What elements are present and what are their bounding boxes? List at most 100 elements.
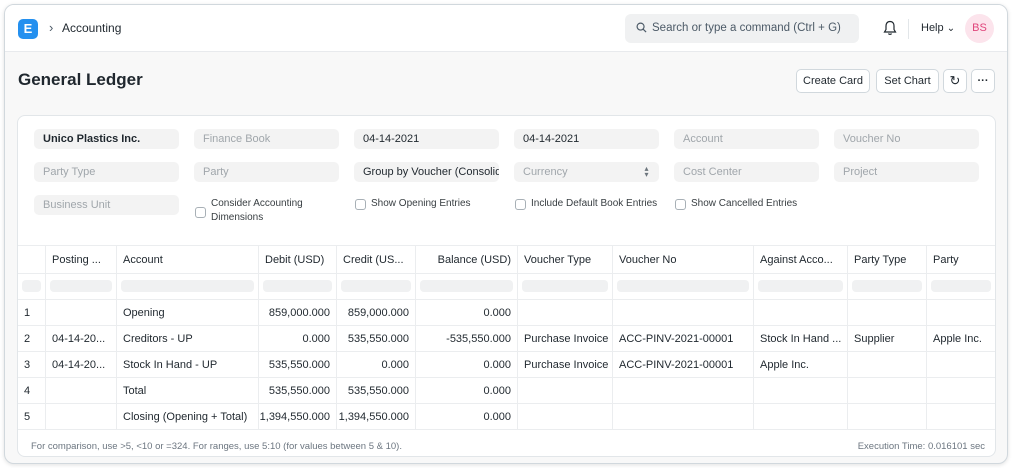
help-label: Help (921, 22, 944, 34)
filter-cell (517, 274, 612, 299)
business-unit-field[interactable]: Business Unit (34, 195, 179, 215)
header-cell-account[interactable]: Account (116, 246, 258, 273)
column-filter-input[interactable] (758, 280, 843, 292)
voucher-type-cell (517, 378, 612, 403)
posting-date-cell (45, 404, 116, 429)
voucher-no-field[interactable]: Voucher No (834, 129, 979, 149)
page-title: General Ledger (18, 70, 143, 89)
filter-cell-index (18, 274, 45, 299)
balance-cell: 0.000 (415, 300, 517, 325)
debit-cell: 0.000 (258, 326, 336, 351)
help-dropdown[interactable]: Help ⌄ (921, 22, 955, 34)
chevron-down-icon: ⌄ (946, 23, 956, 34)
account-field[interactable]: Account (674, 129, 819, 149)
currency-label: Currency (523, 166, 568, 178)
more-actions-button[interactable]: ··· (971, 69, 995, 93)
party-type-cell (847, 300, 926, 325)
table-row[interactable]: 3 04-14-20... Stock In Hand - UP 535,550… (18, 352, 995, 378)
header-cell-against-account[interactable]: Against Acco... (753, 246, 847, 273)
balance-cell: 0.000 (415, 404, 517, 429)
against-account-cell (753, 378, 847, 403)
consider-dimensions-checkbox[interactable] (195, 207, 206, 218)
voucher-type-cell: Purchase Invoice (517, 326, 612, 351)
search-placeholder: Search or type a command (Ctrl + G) (652, 22, 841, 34)
app-logo[interactable]: E (18, 19, 38, 39)
balance-cell: -535,550.000 (415, 326, 517, 351)
refresh-button[interactable]: ↻ (943, 69, 967, 93)
company-field[interactable]: Unico Plastics Inc. (34, 129, 179, 149)
from-date-field[interactable]: 04-14-2021 (354, 129, 499, 149)
debit-cell: 859,000.000 (258, 300, 336, 325)
credit-cell: 1,394,550.000 (336, 404, 415, 429)
row-index: 3 (24, 358, 31, 371)
report-card: Unico Plastics Inc. Finance Book 04-14-2… (17, 115, 996, 457)
filter-cell (116, 274, 258, 299)
include-default-book-label: Include Default Book Entries (531, 198, 658, 209)
row-index: 5 (24, 410, 31, 423)
show-opening-checkbox[interactable] (355, 199, 366, 210)
account-cell: Opening (116, 300, 258, 325)
header-cell-party[interactable]: Party (926, 246, 995, 273)
filter-cell (612, 274, 753, 299)
filter-cell (926, 274, 995, 299)
column-filter-input[interactable] (852, 280, 922, 292)
party-field[interactable]: Party (194, 162, 339, 182)
header-cell-voucher-no[interactable]: Voucher No (612, 246, 753, 273)
breadcrumb-accounting[interactable]: Accounting (62, 21, 121, 35)
account-cell: Closing (Opening + Total) (116, 404, 258, 429)
filter-cell (258, 274, 336, 299)
more-icon: ··· (977, 75, 989, 87)
account-cell: Stock In Hand - UP (116, 352, 258, 377)
column-filter-input[interactable] (121, 280, 254, 292)
app-window: E › Accounting Search or type a command … (4, 4, 1008, 464)
table-row[interactable]: 1 Opening 859,000.000 859,000.000 0.000 (18, 300, 995, 326)
header-cell-balance[interactable]: Balance (USD) (415, 246, 517, 273)
navbar-divider (908, 19, 909, 39)
against-account-cell (753, 300, 847, 325)
include-default-book-checkbox[interactable] (515, 199, 526, 210)
project-field[interactable]: Project (834, 162, 979, 182)
column-filter-input[interactable] (50, 280, 112, 292)
header-cell-credit[interactable]: Credit (US... (336, 246, 415, 273)
set-chart-button[interactable]: Set Chart (876, 69, 939, 93)
create-card-button[interactable]: Create Card (796, 69, 870, 93)
search-bar[interactable]: Search or type a command (Ctrl + G) (625, 14, 859, 43)
column-filter-input[interactable] (617, 280, 749, 292)
column-filter-input[interactable] (931, 280, 991, 292)
column-filter-input[interactable] (341, 280, 411, 292)
column-filter-input[interactable] (522, 280, 608, 292)
header-cell-posting-date[interactable]: Posting ... (45, 246, 116, 273)
show-cancelled-checkbox[interactable] (675, 199, 686, 210)
avatar[interactable]: BS (965, 14, 994, 43)
consider-dimensions-label: Consider Accounting Dimensions (211, 198, 303, 223)
party-cell (926, 352, 995, 377)
party-type-field[interactable]: Party Type (34, 162, 179, 182)
header-cell-party-type[interactable]: Party Type (847, 246, 926, 273)
group-by-select[interactable]: Group by Voucher (Consolidated) (354, 162, 499, 182)
table-row[interactable]: 2 04-14-20... Creditors - UP 0.000 535,5… (18, 326, 995, 352)
column-filter-input[interactable] (22, 280, 41, 292)
table-header-row: Posting ... Account Debit (USD) Credit (… (18, 246, 995, 274)
currency-select[interactable]: Currency ▴▾ (514, 162, 659, 182)
breadcrumb-chevron-icon: › (49, 20, 54, 35)
voucher-no-cell (612, 378, 753, 403)
cost-center-field[interactable]: Cost Center (674, 162, 819, 182)
to-date-field[interactable]: 04-14-2021 (514, 129, 659, 149)
show-cancelled-label: Show Cancelled Entries (691, 198, 798, 209)
credit-cell: 535,550.000 (336, 378, 415, 403)
notification-bell-icon[interactable] (883, 20, 897, 36)
column-filter-input[interactable] (263, 280, 332, 292)
header-cell-debit[interactable]: Debit (USD) (258, 246, 336, 273)
column-filter-input[interactable] (420, 280, 513, 292)
party-cell (926, 404, 995, 429)
filter-cell (415, 274, 517, 299)
table-filter-row (18, 274, 995, 300)
finance-book-field[interactable]: Finance Book (194, 129, 339, 149)
table-row[interactable]: 4 Total 535,550.000 535,550.000 0.000 (18, 378, 995, 404)
account-cell: Creditors - UP (116, 326, 258, 351)
row-index: 4 (24, 384, 31, 397)
header-cell-voucher-type[interactable]: Voucher Type (517, 246, 612, 273)
execution-time: Execution Time: 0.016101 sec (857, 441, 985, 452)
table-row[interactable]: 5 Closing (Opening + Total) 1,394,550.00… (18, 404, 995, 430)
search-icon (636, 22, 647, 33)
